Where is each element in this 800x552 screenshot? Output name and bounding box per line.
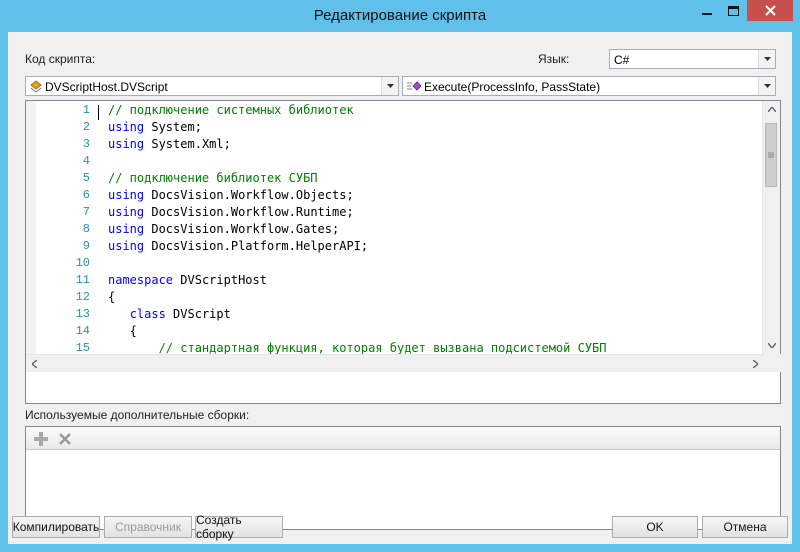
line-number: 7 (82, 205, 90, 219)
script-code-label: Код скрипта: (25, 52, 96, 66)
code-line: // стандартная функция, которая будет вы… (108, 341, 607, 354)
script-editor-window: Редактирование скрипта Код скрипта: Язык… (0, 0, 800, 552)
method-icon (407, 80, 422, 95)
minimize-button[interactable] (694, 0, 720, 21)
assemblies-panel (25, 426, 781, 530)
method-select-value: Execute(ProcessInfo, PassState) (424, 80, 601, 94)
scroll-left-icon[interactable] (26, 355, 43, 372)
cancel-button[interactable]: Отмена (702, 516, 788, 538)
code-editor[interactable]: 1 2 3 4 5 6 7 8 9 10 11 12 13 14 15 // п… (25, 100, 781, 404)
editor-margin (26, 101, 36, 354)
ok-button[interactable]: OK (612, 516, 698, 538)
line-number: 1 (82, 103, 90, 117)
code-line: using DocsVision.Workflow.Gates; (108, 222, 340, 236)
remove-icon[interactable] (57, 431, 73, 447)
window-title: Редактирование скрипта (313, 7, 487, 24)
line-number: 9 (82, 239, 90, 253)
scroll-right-icon[interactable] (747, 355, 764, 372)
line-number: 4 (82, 154, 90, 168)
line-number: 14 (75, 324, 90, 338)
scroll-thumb[interactable] (765, 123, 777, 187)
scroll-down-icon[interactable] (763, 337, 780, 354)
line-number-gutter: 1 2 3 4 5 6 7 8 9 10 11 12 13 14 15 (36, 101, 98, 355)
code-line: namespace DVScriptHost (108, 273, 267, 287)
line-number: 2 (82, 120, 90, 134)
code-line: class DVScript (129, 307, 231, 321)
text-cursor (98, 105, 99, 120)
reference-button[interactable]: Справочник (104, 516, 192, 538)
line-number: 6 (82, 188, 90, 202)
scroll-up-icon[interactable] (763, 101, 780, 118)
line-number: 11 (75, 273, 90, 287)
horizontal-scrollbar[interactable] (26, 354, 764, 372)
chevron-down-icon[interactable] (381, 77, 398, 95)
code-line: using DocsVision.Workflow.Runtime; (108, 205, 354, 219)
line-number: 10 (75, 256, 90, 270)
language-label: Язык: (538, 52, 570, 66)
vertical-scrollbar[interactable] (762, 101, 780, 354)
code-line: { (108, 324, 137, 338)
code-line: // подключение библиотек СУБП (108, 171, 318, 185)
code-line: // подключение системных библиотек (108, 103, 354, 117)
scroll-corner (764, 354, 781, 372)
close-icon (764, 5, 776, 16)
assemblies-label: Используемые дополнительные сборки: (25, 408, 250, 422)
code-line: using System.Xml; (108, 137, 231, 151)
create-assembly-button[interactable]: Создать сборку (195, 513, 283, 541)
code-line: { (108, 290, 116, 304)
language-select[interactable]: C# (609, 49, 776, 69)
language-select-value: C# (614, 53, 630, 67)
maximize-button[interactable] (720, 0, 747, 21)
maximize-icon (728, 5, 739, 16)
dialog-body: Код скрипта: Язык: C# DVScriptHost.DVScr… (8, 32, 792, 544)
line-number: 12 (75, 290, 90, 304)
line-number: 3 (82, 137, 90, 151)
code-line: using DocsVision.Platform.HelperAPI; (108, 239, 369, 253)
minimize-icon (702, 12, 712, 15)
close-button[interactable] (747, 0, 793, 21)
assemblies-toolbar (26, 427, 780, 450)
line-number: 8 (82, 222, 90, 236)
title-bar[interactable]: Редактирование скрипта (0, 0, 800, 32)
class-icon (29, 79, 43, 96)
compile-button[interactable]: Компилировать (12, 516, 100, 538)
code-line: using DocsVision.Workflow.Objects; (108, 188, 354, 202)
add-icon[interactable] (33, 431, 49, 447)
class-select[interactable]: DVScriptHost.DVScript (25, 76, 399, 96)
method-select[interactable]: Execute(ProcessInfo, PassState) (402, 76, 776, 96)
chevron-down-icon[interactable] (758, 50, 775, 68)
line-number: 5 (82, 171, 90, 185)
class-select-value: DVScriptHost.DVScript (45, 80, 168, 94)
chevron-down-icon[interactable] (758, 77, 775, 95)
line-number: 13 (75, 307, 90, 321)
code-line: using System; (108, 120, 202, 134)
code-text-area[interactable]: // подключение системных библиотек using… (98, 101, 764, 354)
